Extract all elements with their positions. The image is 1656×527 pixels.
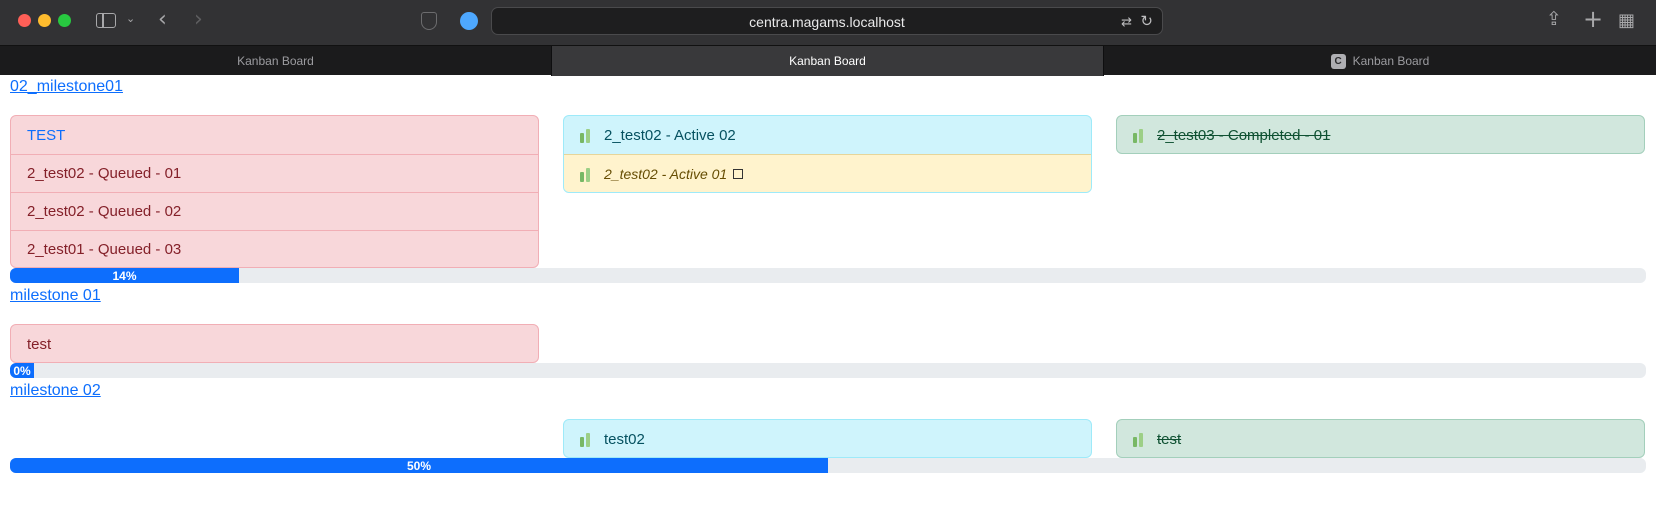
milestone-progress: 0% (10, 363, 1646, 378)
jira-icon (580, 166, 596, 182)
address-bar[interactable]: centra.magams.localhost ⇄ ↻ (491, 7, 1163, 35)
tab-label: Kanban Board (789, 54, 866, 68)
extension-icon[interactable] (460, 12, 478, 30)
completed-issue[interactable]: test (1117, 420, 1644, 457)
progress-bar-fill: 14% (10, 268, 240, 283)
issue-label: 2_test03 - Completed - 01 (1157, 126, 1331, 144)
milestone-progress: 14% (10, 268, 1646, 283)
completed-column-card: 2_test03 - Completed - 01 (1116, 115, 1645, 154)
queued-issue[interactable]: 2_test02 - Queued - 01 (11, 154, 538, 192)
progress-bar-fill: 50% (10, 458, 828, 473)
browser-toolbar: ⌄ ‹ › centra.magams.localhost ⇄ ↻ ⇪ + ▦ (0, 0, 1656, 45)
favicon-icon: C (1330, 53, 1346, 69)
milestone-link[interactable]: 02_milestone01 (10, 78, 123, 96)
milestone-progress: 50% (10, 458, 1646, 473)
active-issue[interactable]: test02 (564, 420, 1091, 457)
progress-label: 50% (406, 458, 432, 473)
tab-kanban-3[interactable]: C Kanban Board (1104, 46, 1656, 76)
url-text: centra.magams.localhost (749, 14, 905, 30)
translate-icon[interactable]: ⇄ (1121, 14, 1132, 30)
completed-issue[interactable]: 2_test03 - Completed - 01 (1117, 116, 1644, 153)
sidebar-toggle-icon[interactable] (96, 13, 116, 28)
milestone-link[interactable]: milestone 02 (10, 382, 101, 400)
tab-overview-icon[interactable]: ▦ (1618, 12, 1635, 30)
active-sub-issue[interactable]: 2_test02 - Active 01 (564, 154, 1091, 192)
shield-icon[interactable] (421, 12, 437, 30)
active-issue[interactable]: 2_test02 - Active 02 (564, 116, 1091, 154)
queued-column-card: TEST 2_test02 - Queued - 01 2_test02 - Q… (10, 115, 539, 268)
new-tab-icon[interactable]: + (1583, 7, 1603, 31)
completed-column-card: test (1116, 419, 1645, 458)
jira-icon (580, 431, 596, 447)
queued-issue[interactable]: 2_test02 - Queued - 02 (11, 192, 538, 230)
progress-label: 14% (112, 268, 137, 283)
tab-kanban-1[interactable]: Kanban Board (0, 46, 551, 76)
close-window-button[interactable] (18, 14, 31, 27)
zoom-window-button[interactable] (58, 14, 71, 27)
active-column-card: 2_test02 - Active 02 2_test02 - Active 0… (563, 115, 1092, 193)
minimize-window-button[interactable] (38, 14, 51, 27)
tab-strip: Kanban Board Kanban Board C Kanban Board (0, 45, 1656, 76)
progress-label: 0% (13, 363, 31, 378)
forward-arrow-icon[interactable]: › (194, 9, 203, 31)
tab-label: Kanban Board (1352, 54, 1430, 68)
reload-icon[interactable]: ↻ (1140, 12, 1153, 30)
queued-issue[interactable]: 2_test01 - Queued - 03 (11, 230, 538, 267)
back-arrow-icon[interactable]: ‹ (158, 9, 167, 31)
queued-column-card: test (10, 324, 539, 363)
jira-icon (580, 127, 596, 143)
issue-label: 2_test02 - Active 01 (604, 165, 728, 182)
active-column-card: test02 (563, 419, 1092, 458)
issue-label: test (1157, 430, 1182, 448)
checkbox-icon[interactable] (733, 168, 744, 179)
jira-icon (1133, 127, 1149, 143)
story-link[interactable]: TEST (11, 116, 538, 154)
issue-label: 2_test02 - Active 02 (604, 126, 736, 144)
tab-kanban-2[interactable]: Kanban Board (552, 46, 1103, 76)
jira-icon (1133, 431, 1149, 447)
progress-bar-fill: 0% (10, 363, 34, 378)
issue-label: test02 (604, 430, 645, 448)
milestone-link[interactable]: milestone 01 (10, 287, 101, 305)
tab-label: Kanban Board (237, 54, 314, 68)
share-icon[interactable]: ⇪ (1546, 10, 1562, 29)
chevron-down-icon[interactable]: ⌄ (126, 13, 135, 24)
queued-issue[interactable]: test (11, 325, 538, 362)
